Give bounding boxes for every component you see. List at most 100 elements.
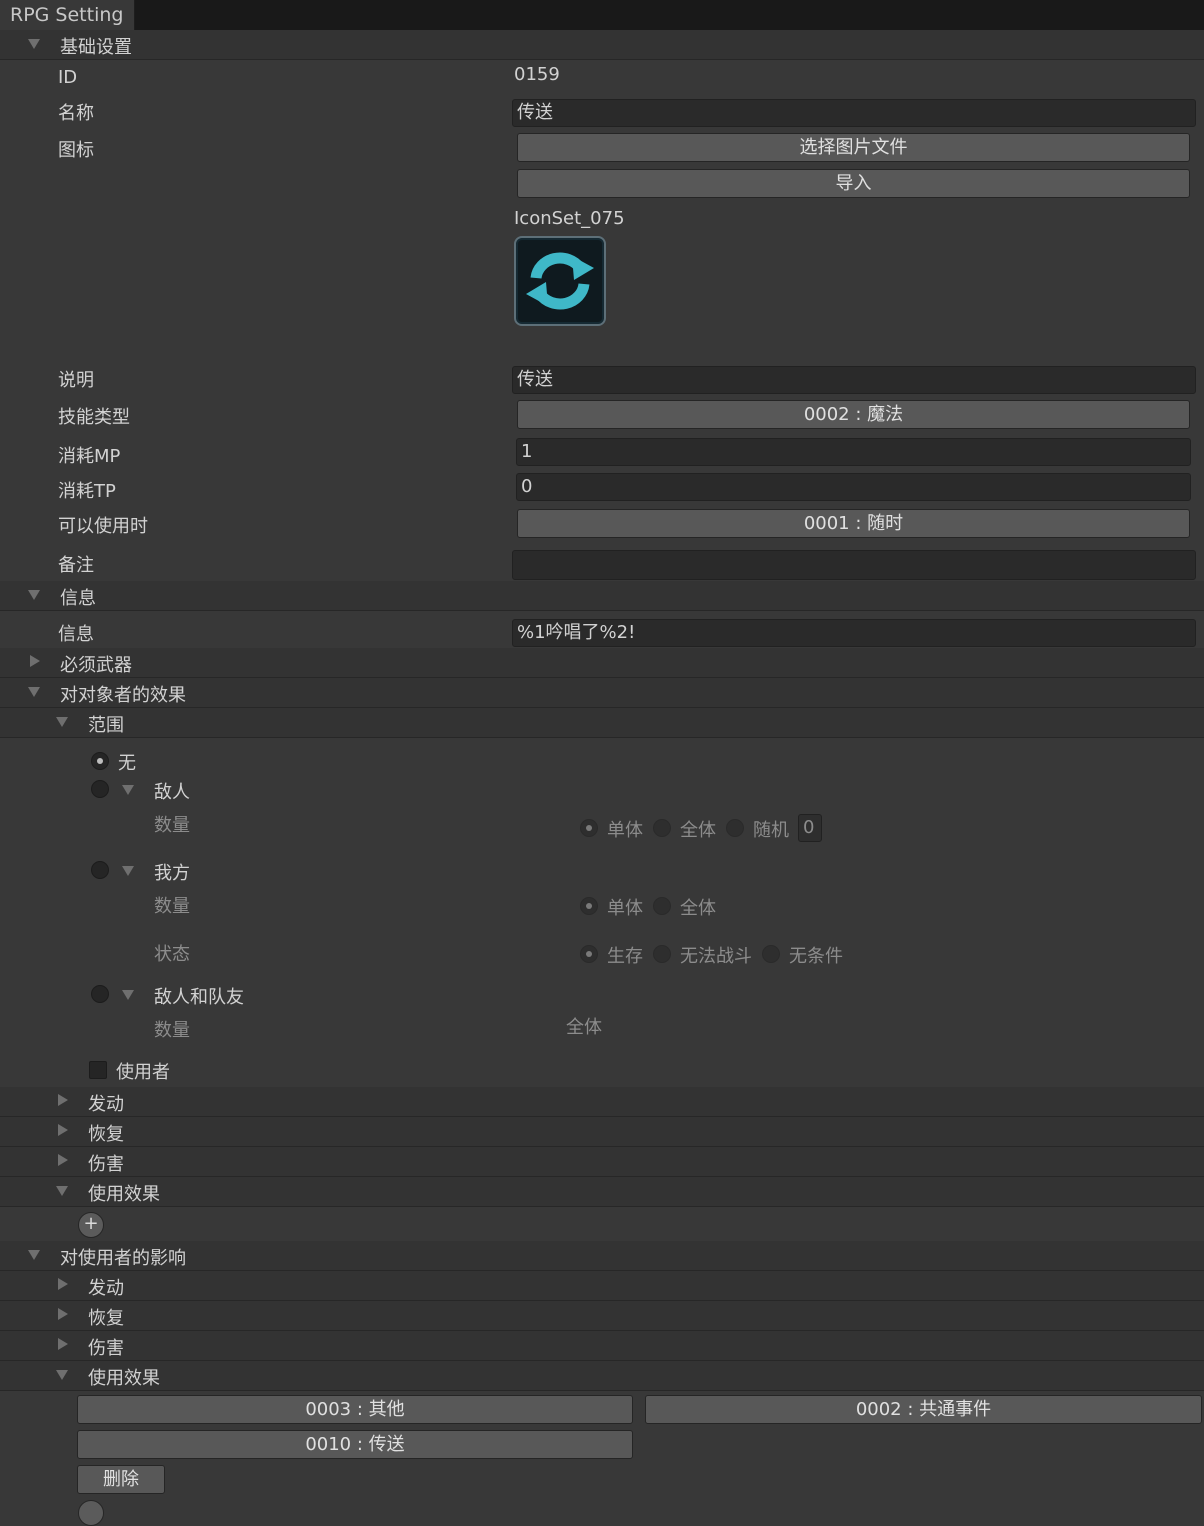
foldout-user-effect[interactable]: 对使用者的影响 [0,1241,1204,1271]
collapse-arrow-icon [58,1124,68,1136]
foldout-user-damage-label: 伤害 [88,1338,124,1359]
collapse-arrow-icon [58,1338,68,1350]
foldout-required-weapon-label: 必须武器 [60,655,132,676]
id-value: 0159 [514,64,560,85]
foldout-user-activate-label: 发动 [88,1278,124,1299]
select-image-button[interactable]: 选择图片文件 [517,133,1190,162]
foldout-target-damage-label: 伤害 [88,1154,124,1175]
foldout-target-activate-label: 发动 [88,1094,124,1115]
expand-arrow-icon [56,1370,68,1380]
foldout-user-activate[interactable]: 发动 [0,1271,1204,1301]
add-user-effect-button[interactable] [78,1500,104,1526]
ally-all-radio[interactable] [653,897,671,915]
ally-state-label: 状态 [154,944,190,965]
ally-any-radio[interactable] [762,945,780,963]
enemy-single-radio[interactable] [580,819,598,837]
range-user-label: 使用者 [116,1062,170,1083]
effect-teleport-dropdown[interactable]: 0010 : 传送 [77,1430,633,1459]
icon-label: 图标 [58,140,94,161]
foldout-target-damage[interactable]: 伤害 [0,1147,1204,1177]
desc-label: 说明 [58,370,94,391]
skill-type-dropdown[interactable]: 0002 : 魔法 [517,400,1190,429]
name-label: 名称 [58,103,94,124]
foldout-target-recover[interactable]: 恢复 [0,1117,1204,1147]
enemy-all-label: 全体 [680,820,716,841]
expand-arrow-icon [28,39,40,49]
range-ally-radio[interactable] [91,861,109,879]
add-effect-button[interactable]: + [78,1212,104,1238]
foldout-basic[interactable]: 基础设置 [0,30,1204,60]
foldout-target-activate[interactable]: 发动 [0,1087,1204,1117]
foldout-user-recover[interactable]: 恢复 [0,1301,1204,1331]
range-user-checkbox[interactable] [89,1061,107,1079]
foldout-target-recover-label: 恢复 [88,1124,124,1145]
import-button[interactable]: 导入 [517,169,1190,198]
expand-arrow-icon[interactable] [122,866,134,876]
ally-dead-label: 无法战斗 [680,946,752,967]
range-both-radio[interactable] [91,985,109,1003]
tp-cost-input[interactable]: 0 [516,473,1191,501]
ally-alive-label: 生存 [607,946,643,967]
expand-arrow-icon [56,1186,68,1196]
note-input[interactable] [512,550,1196,580]
id-label: ID [58,67,78,88]
note-label: 备注 [58,555,94,576]
tab-title: RPG Setting [10,4,124,26]
delete-effect-button[interactable]: 删除 [77,1465,165,1494]
effect-other-dropdown[interactable]: 0003 : 其他 [77,1395,633,1424]
range-none-radio[interactable] [91,752,109,770]
foldout-target-use-effect[interactable]: 使用效果 [0,1177,1204,1207]
enemy-count-label: 数量 [154,815,190,836]
range-enemy-label: 敌人 [154,782,190,803]
foldout-range[interactable]: 范围 [0,708,1204,738]
expand-arrow-icon [28,1250,40,1260]
foldout-basic-label: 基础设置 [60,37,132,58]
collapse-arrow-icon [58,1308,68,1320]
foldout-required-weapon[interactable]: 必须武器 [0,648,1204,678]
expand-arrow-icon[interactable] [122,785,134,795]
range-enemy-radio[interactable] [91,780,109,798]
ally-count-label: 数量 [154,896,190,917]
usable-occasion-dropdown[interactable]: 0001 : 随时 [517,509,1190,538]
both-count-value: 全体 [566,1017,602,1038]
tp-cost-label: 消耗TP [58,481,116,502]
range-none-label: 无 [118,753,136,774]
effect-common-event-dropdown[interactable]: 0002 : 共通事件 [645,1395,1202,1424]
foldout-range-label: 范围 [88,715,124,736]
icon-name: IconSet_075 [514,208,625,229]
skill-icon-preview [514,236,606,326]
enemy-random-radio[interactable] [726,819,744,837]
mp-cost-input[interactable]: 1 [516,438,1191,466]
skill-type-label: 技能类型 [58,407,130,428]
foldout-user-effect-label: 对使用者的影响 [60,1248,186,1269]
refresh-arrows-icon [526,252,594,310]
foldout-info[interactable]: 信息 [0,581,1204,611]
enemy-random-count-input[interactable]: 0 [798,814,822,842]
ally-alive-radio[interactable] [580,945,598,963]
usable-label: 可以使用时 [58,516,148,537]
foldout-user-use-effect[interactable]: 使用效果 [0,1361,1204,1391]
ally-dead-radio[interactable] [653,945,671,963]
ally-any-label: 无条件 [789,946,843,967]
ally-single-radio[interactable] [580,897,598,915]
range-both-label: 敌人和队友 [154,987,244,1008]
collapse-arrow-icon [58,1278,68,1290]
both-count-label: 数量 [154,1020,190,1041]
foldout-user-recover-label: 恢复 [88,1308,124,1329]
expand-arrow-icon [28,687,40,697]
expand-arrow-icon [28,590,40,600]
collapse-arrow-icon [58,1154,68,1166]
message-input[interactable]: %1吟唱了%2! [512,619,1196,647]
enemy-random-label: 随机 [753,820,789,841]
tab-rpg-setting[interactable]: RPG Setting [0,0,135,30]
message-label: 信息 [58,624,94,645]
enemy-all-radio[interactable] [653,819,671,837]
foldout-user-use-effect-label: 使用效果 [88,1368,160,1389]
foldout-target-effect[interactable]: 对对象者的效果 [0,678,1204,708]
tab-bar: RPG Setting [0,0,1204,30]
foldout-user-damage[interactable]: 伤害 [0,1331,1204,1361]
name-input[interactable]: 传送 [512,99,1196,127]
expand-arrow-icon[interactable] [122,990,134,1000]
foldout-info-label: 信息 [60,588,96,609]
desc-input[interactable]: 传送 [512,366,1196,394]
